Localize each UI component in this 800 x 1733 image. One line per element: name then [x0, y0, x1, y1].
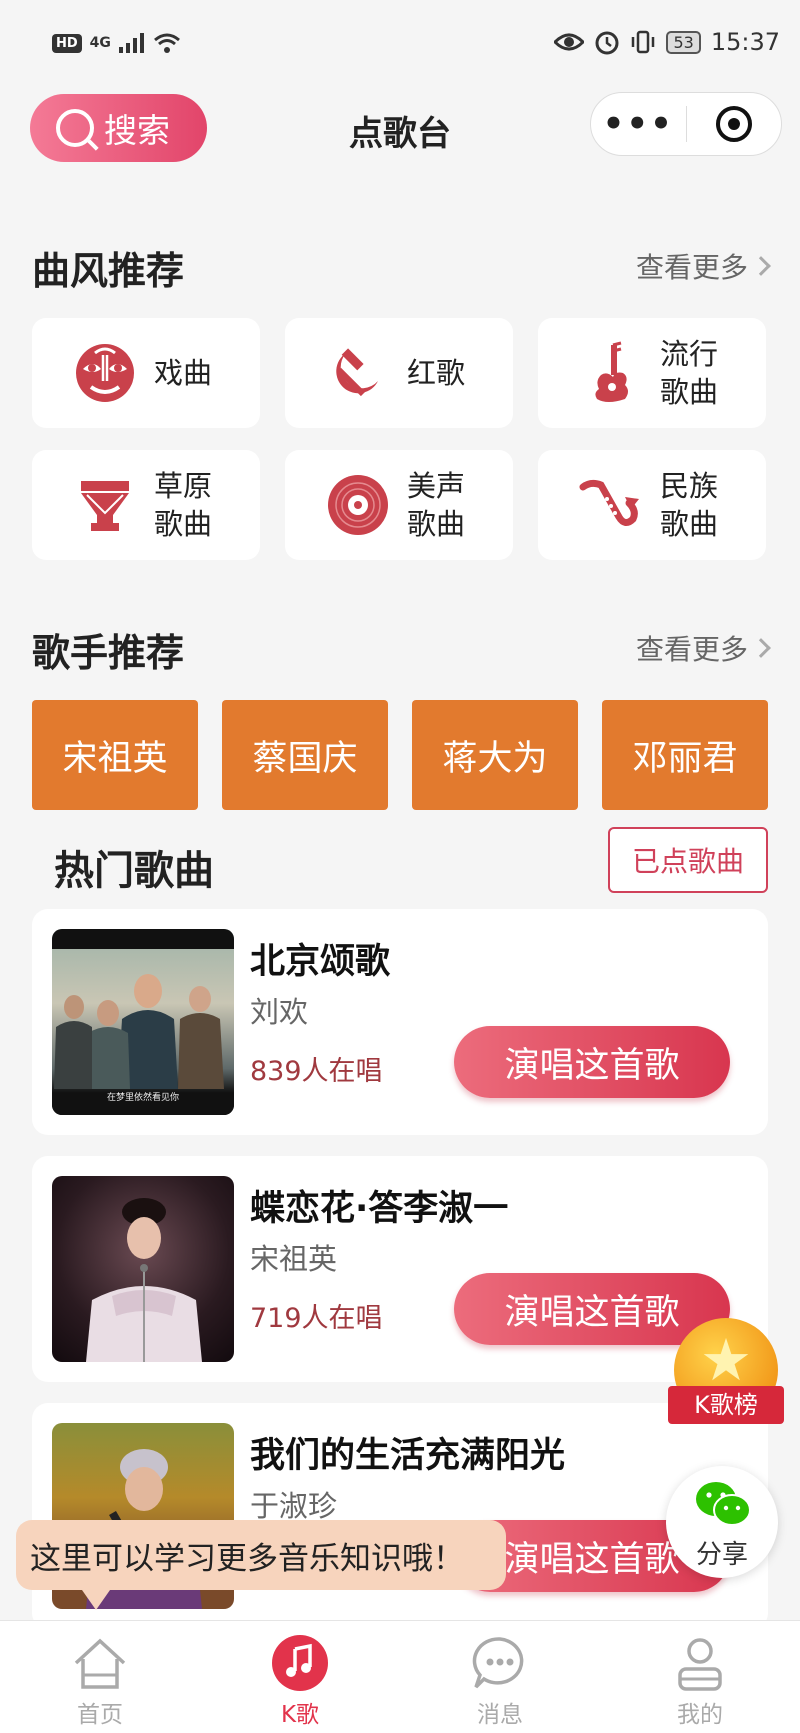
- close-mini-program-button[interactable]: [686, 106, 781, 142]
- status-bar: HD 4G 53 15:37: [0, 0, 800, 90]
- see-more-label: 查看更多: [635, 251, 748, 284]
- singer-section-title: 歌手推荐: [32, 631, 185, 675]
- hot-songs-title: 热门歌曲: [54, 848, 214, 894]
- tab-home[interactable]: 首页: [0, 1621, 200, 1733]
- video-frame-figures: [52, 929, 234, 1115]
- target-icon: [715, 106, 752, 142]
- saxophone-icon: [578, 472, 644, 538]
- opera-mask-icon: [72, 340, 138, 406]
- profile-icon: [678, 1638, 722, 1691]
- genre-pop-songs[interactable]: 流行歌曲: [538, 318, 766, 428]
- song-artist: 刘欢: [250, 995, 309, 1029]
- song-title: 蝶恋花·答李淑一: [250, 1189, 509, 1229]
- tooltip-bubble: 这里可以学习更多音乐知识哦！: [16, 1520, 506, 1610]
- genre-ethnic-songs[interactable]: 民族歌曲: [538, 450, 766, 560]
- tab-label: 首页: [77, 1702, 123, 1728]
- k-chart-label: K歌榜: [668, 1386, 784, 1424]
- video-caption: 在梦里依然看见你: [106, 1093, 179, 1103]
- genre-label: 流行歌曲: [660, 337, 719, 409]
- home-icon: [74, 1638, 126, 1689]
- sing-this-song-button[interactable]: 演唱这首歌: [454, 1026, 730, 1098]
- wechat-icon: [696, 1482, 751, 1526]
- genre-bel-canto[interactable]: 美声歌曲: [285, 450, 513, 560]
- genre-grassland-songs[interactable]: 草原歌曲: [32, 450, 260, 560]
- hd-indicator: HD: [52, 33, 82, 53]
- genre-opera[interactable]: 戏曲: [32, 318, 260, 428]
- tab-profile[interactable]: 我的: [600, 1621, 800, 1733]
- genre-section-title: 曲风推荐: [32, 249, 185, 293]
- tab-label: 我的: [677, 1702, 723, 1728]
- alarm-icon: [595, 31, 619, 55]
- song-artist: 宋祖英: [250, 1242, 338, 1276]
- singer-see-more-link[interactable]: 查看更多: [635, 628, 771, 668]
- clock: 15:37: [710, 28, 780, 56]
- drum-icon: [72, 472, 138, 538]
- singer-tile[interactable]: 邓丽君: [602, 700, 768, 810]
- share-floating-button[interactable]: 分享: [666, 1466, 778, 1578]
- chevron-right-icon: [751, 256, 771, 276]
- tab-label: 消息: [477, 1702, 523, 1728]
- song-artist: 于淑珍: [250, 1489, 338, 1523]
- genre-see-more-link[interactable]: 查看更多: [635, 246, 771, 286]
- k-chart-floating-button[interactable]: ★ K歌榜: [668, 1318, 784, 1432]
- genre-label: 红歌: [407, 356, 466, 390]
- nav-bar: 搜索 点歌台 •••: [0, 92, 800, 164]
- song-card[interactable]: 蝶恋花·答李淑一 宋祖英 719人在唱 演唱这首歌: [32, 1156, 768, 1382]
- hammer-sickle-icon: [325, 340, 391, 406]
- vibrate-icon: [632, 30, 655, 54]
- guitar-icon: [578, 340, 644, 406]
- singer-tile[interactable]: 宋祖英: [32, 700, 198, 810]
- singer-list: 宋祖英 蔡国庆 蒋大为 邓丽君: [32, 700, 768, 810]
- signal-icon: [118, 33, 144, 53]
- mini-program-capsule: •••: [590, 92, 782, 156]
- message-icon: [472, 1637, 524, 1689]
- singer-section-header: 歌手推荐 查看更多: [32, 622, 771, 675]
- singer-tile[interactable]: 蔡国庆: [222, 700, 388, 810]
- chevron-right-icon: [751, 638, 771, 658]
- video-frame-singer: [86, 1198, 202, 1362]
- singing-count: 719人在唱: [250, 1303, 383, 1334]
- see-more-label: 查看更多: [635, 633, 748, 666]
- star-icon: ★: [700, 1326, 752, 1394]
- song-thumbnail: 在梦里依然看见你: [52, 929, 234, 1115]
- music-note-icon: [272, 1635, 328, 1691]
- tab-messages[interactable]: 消息: [400, 1621, 600, 1733]
- genre-label: 民族歌曲: [660, 469, 719, 541]
- more-menu-button[interactable]: •••: [591, 107, 686, 141]
- vinyl-record-icon: [325, 472, 391, 538]
- song-card[interactable]: 在梦里依然看见你 北京颂歌 刘欢 839人在唱 演唱这首歌: [32, 909, 768, 1135]
- wifi-icon: [153, 33, 180, 53]
- song-title: 我们的生活充满阳光: [250, 1436, 566, 1476]
- genre-grid: 戏曲 红歌 流行歌曲 草原歌曲 美声歌曲 民族歌曲: [32, 318, 768, 560]
- tab-k-song[interactable]: K歌: [200, 1621, 400, 1733]
- song-card[interactable]: 我们的生活充满阳光 于淑珍 演唱这首歌: [32, 1403, 768, 1629]
- network-indicator: 4G: [89, 35, 111, 51]
- battery-indicator: 53: [666, 30, 701, 54]
- singing-count: 839人在唱: [250, 1056, 383, 1087]
- ordered-songs-button[interactable]: 已点歌曲: [608, 827, 768, 893]
- eye-icon: [554, 33, 585, 51]
- genre-label: 草原歌曲: [154, 469, 213, 541]
- genre-section-header: 曲风推荐 查看更多: [32, 240, 771, 293]
- genre-label: 戏曲: [154, 356, 213, 390]
- tab-label: K歌: [280, 1702, 320, 1728]
- genre-red-songs[interactable]: 红歌: [285, 318, 513, 428]
- genre-label: 美声歌曲: [407, 469, 466, 541]
- share-label: 分享: [695, 1540, 748, 1570]
- singer-tile[interactable]: 蒋大为: [412, 700, 578, 810]
- song-title: 北京颂歌: [250, 942, 391, 982]
- bottom-tab-bar: 首页 K歌 消息 我的: [0, 1620, 800, 1733]
- song-thumbnail: [52, 1176, 234, 1362]
